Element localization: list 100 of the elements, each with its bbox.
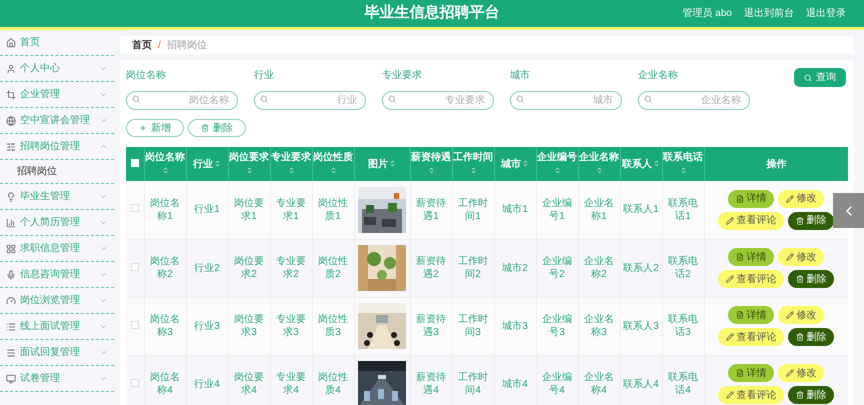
search-button[interactable]: 查询 [794,68,846,87]
monitor-icon [6,374,16,384]
sort-icon[interactable] [162,166,169,174]
delete-button[interactable]: 删除 [788,270,834,288]
sort-icon[interactable] [246,166,253,174]
sidebar-item[interactable]: 信息咨询管理 [0,262,114,288]
field-label: 城市 [510,68,531,83]
pencil-icon [786,311,794,319]
comments-button[interactable]: 查看评论 [718,328,784,346]
sidebar-item[interactable]: 试卷管理 [0,366,114,392]
delete-button[interactable]: 删除 [188,119,246,137]
table-cell: 薪资待遇2 [416,256,446,280]
row-checkbox[interactable] [130,262,139,270]
column-header[interactable]: 城市 [501,158,521,170]
gauge-icon [6,296,16,306]
table-cell: 专业要求2 [276,256,306,280]
sort-icon[interactable] [596,166,603,174]
comments-button[interactable]: 查看评论 [718,386,784,404]
sidebar-item[interactable]: 首页 [0,30,114,56]
header-link[interactable]: 退出登录 [806,6,846,21]
sort-icon[interactable] [653,160,660,168]
detail-button[interactable]: 详情 [728,248,774,266]
row-checkbox[interactable] [130,204,139,212]
search-field[interactable]: 行业 [254,91,366,110]
sidebar-item[interactable]: 企业管理 [0,82,114,108]
table-cell: 岗位要求2 [234,256,264,280]
sort-icon[interactable] [470,166,477,174]
user-label: 管理员 abo [682,7,732,21]
table-cell: 薪资待遇4 [416,372,446,396]
sort-icon[interactable] [428,166,435,174]
breadcrumb-link[interactable]: 首页 [132,38,152,52]
sidebar-item[interactable]: 岗位浏览管理 [0,288,114,314]
search-field[interactable]: 岗位名称 [126,91,238,110]
breadcrumb-link[interactable]: 招聘岗位 [166,38,207,52]
row-checkbox[interactable] [130,320,139,328]
sort-icon[interactable] [522,160,529,168]
column-header[interactable]: 联系人 [622,158,652,170]
sidebar-item[interactable]: 毕业生管理 [0,184,114,210]
edit-button[interactable]: 修改 [778,248,824,266]
edit-button[interactable]: 修改 [778,190,824,208]
pencil-icon [726,275,734,283]
trash-icon [796,333,804,341]
comments-button[interactable]: 查看评论 [718,212,784,230]
delete-button[interactable]: 删除 [788,328,834,346]
detail-button[interactable]: 详情 [728,190,774,208]
column-header[interactable]: 岗位性质 [313,152,353,163]
search-icon [132,95,140,103]
table-cell: 联系电话1 [668,198,698,222]
sidebar-item[interactable]: 面试回复管理 [0,340,114,366]
table-cell: 企业编号1 [542,198,572,222]
column-header[interactable]: 行业 [193,158,213,170]
column-header[interactable]: 企业名称 [579,152,619,163]
search-field[interactable]: 企业名称 [638,91,750,110]
sidebar-subitem[interactable]: 招聘岗位 [0,160,114,184]
comments-button[interactable]: 查看评论 [718,270,784,288]
table-cell: 岗位要求4 [234,372,264,396]
sidebar-item[interactable]: 求职信息管理 [0,236,114,262]
list-icon [6,322,16,332]
crop-icon [6,90,16,100]
sidebar-item[interactable]: 空中宣讲会管理 [0,108,114,134]
sort-icon[interactable] [389,160,396,168]
sort-icon[interactable] [680,166,687,174]
sidebar-item[interactable]: 个人中心 [0,56,114,82]
sort-icon[interactable] [554,166,561,174]
sidebar-item[interactable]: 个人简历管理 [0,210,114,236]
column-header[interactable]: 联系电话 [663,152,703,163]
microphone-icon [6,270,16,280]
row-checkbox[interactable] [130,378,139,386]
column-header[interactable]: 图片 [368,158,388,170]
table-cell: 专业要求4 [276,372,306,396]
table-cell: 城市1 [502,204,528,216]
field-label: 行业 [254,68,275,83]
column-header[interactable]: 工作时间 [453,152,493,163]
sidebar-item[interactable]: 招聘岗位管理 [0,134,114,160]
sort-icon[interactable] [214,160,221,168]
sidebar-item[interactable]: 线上面试管理 [0,314,114,340]
add-button[interactable]: 新增 [126,119,184,137]
column-header[interactable]: 岗位要求 [229,152,269,163]
header-link[interactable]: 退出到前台 [744,6,794,21]
site-title: 毕业生信息招聘平台 [364,3,500,24]
search-field[interactable]: 城市 [510,91,622,110]
column-header[interactable]: 薪资待遇 [411,152,451,163]
edit-button[interactable]: 修改 [778,364,824,382]
table-cell: 岗位名称4 [150,372,180,396]
detail-button[interactable]: 详情 [728,306,774,324]
column-header[interactable]: 企业编号 [537,152,577,163]
column-header[interactable]: 专业要求 [271,152,311,163]
detail-button[interactable]: 详情 [728,364,774,382]
side-panel-toggle[interactable] [833,193,864,228]
sliders-icon [6,142,16,152]
delete-button[interactable]: 删除 [788,212,834,230]
table-cell: 行业3 [194,320,220,332]
search-icon [260,95,268,103]
column-header[interactable]: 岗位名称 [145,152,185,163]
delete-button[interactable]: 删除 [788,386,834,404]
sort-icon[interactable] [288,166,295,174]
edit-button[interactable]: 修改 [778,306,824,324]
sort-icon[interactable] [330,166,337,174]
table-cell: 岗位名称1 [150,198,180,222]
search-field[interactable]: 专业要求 [382,91,494,110]
